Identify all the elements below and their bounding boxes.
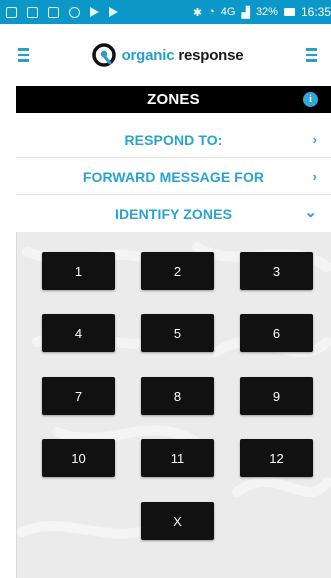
zone-button-7[interactable]: 7 — [42, 377, 115, 415]
brand-logo: organic response — [91, 43, 244, 67]
zone-grid: 1 2 3 4 5 6 7 8 9 10 11 12 X — [17, 232, 331, 578]
photo-icon — [6, 6, 17, 18]
chevron-right-icon: › — [312, 132, 317, 147]
respond-to-row[interactable]: RESPOND TO: › — [16, 122, 331, 158]
zone-button-5[interactable]: 5 — [141, 314, 214, 352]
hamburger-line — [305, 53, 317, 57]
zone-button-11[interactable]: 11 — [141, 439, 214, 477]
calendar-icon — [48, 6, 59, 18]
gallery-icon — [27, 6, 38, 18]
zone-button-10[interactable]: 10 — [42, 439, 115, 477]
zone-button-3[interactable]: 3 — [240, 252, 313, 290]
zones-title-bar: ZONES i — [16, 86, 331, 113]
hamburger-icon — [18, 48, 29, 51]
brand-prefix: organic — [121, 46, 175, 64]
zone-button-9[interactable]: 9 — [240, 377, 313, 415]
zone-button-8[interactable]: 8 — [141, 377, 214, 415]
hamburger-line — [305, 59, 317, 62]
forward-message-row[interactable]: FORWARD MESSAGE FOR › — [16, 159, 331, 195]
battery-level: 32% — [255, 6, 278, 18]
zone-button-2[interactable]: 2 — [141, 252, 214, 290]
alarm-icon — [69, 6, 80, 18]
zone-button-4[interactable]: 4 — [42, 314, 115, 352]
chevron-down-icon: ⌄ — [304, 204, 317, 221]
zone-button-1[interactable]: 1 — [42, 252, 115, 290]
flag-icon — [109, 7, 118, 17]
notification-icons — [6, 6, 118, 18]
right-menu-button[interactable] — [305, 48, 317, 62]
status-bar: ✱ ◔ 4G ▟ 32% 16:35 — [0, 0, 331, 24]
alarm-clock-icon: ◔ — [208, 6, 215, 18]
battery-icon — [283, 8, 295, 16]
hamburger-line — [18, 53, 29, 57]
forward-message-label: FORWARD MESSAGE FOR — [82, 168, 265, 185]
brand-name: organic response — [122, 47, 244, 64]
clock-time: 16:35 — [300, 5, 331, 19]
zone-button-x[interactable]: X — [141, 502, 214, 540]
hamburger-icon — [305, 48, 317, 51]
zone-button-6[interactable]: 6 — [240, 314, 313, 352]
chevron-right-icon: › — [312, 169, 317, 184]
left-menu-button[interactable] — [18, 48, 29, 62]
respond-to-label: RESPOND TO: — [124, 131, 223, 148]
page-title: ZONES — [147, 91, 200, 108]
hamburger-line — [18, 59, 29, 62]
identify-zones-label: IDENTIFY ZONES — [114, 206, 233, 222]
network-type: 4G — [220, 6, 236, 18]
bluetooth-icon: ✱ — [192, 6, 203, 19]
brand-suffix: response — [178, 46, 244, 64]
identify-zones-row[interactable]: IDENTIFY ZONES ⌄ — [16, 196, 331, 232]
zone-button-12[interactable]: 12 — [240, 439, 313, 477]
info-icon[interactable]: i — [303, 92, 318, 107]
signal-icon: ▟ — [241, 6, 250, 19]
organic-response-logo-icon — [91, 43, 116, 67]
app-header: organic response — [0, 24, 331, 86]
play-icon — [90, 7, 99, 17]
